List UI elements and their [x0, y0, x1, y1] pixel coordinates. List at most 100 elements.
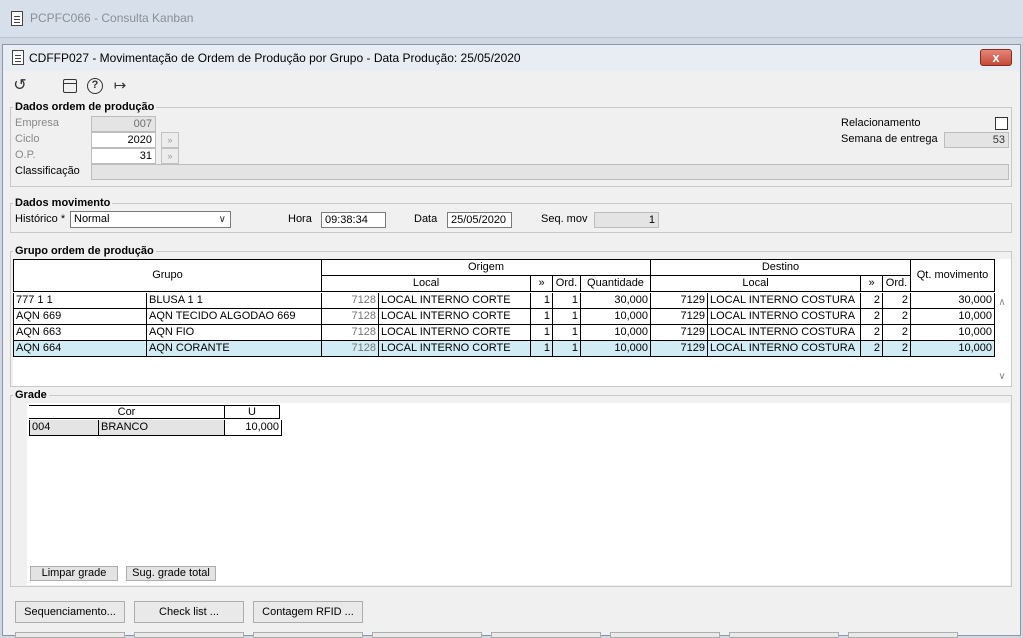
cell-code: AQN 663: [13, 325, 147, 341]
header-destino: Destino: [651, 259, 911, 276]
more-button[interactable]: [610, 632, 720, 638]
header-qt-movimento: Qt. movimento: [911, 259, 995, 292]
cell-destino-num: 7129: [651, 325, 708, 341]
op-lookup-button[interactable]: »: [161, 148, 179, 164]
header-u: U: [225, 405, 280, 419]
grade-cell-u[interactable]: 10,000: [225, 420, 282, 436]
cell-origem-ord: 1: [553, 341, 581, 357]
cell-origem-num: 7128: [322, 341, 379, 357]
cell-desc: AQN FIO: [147, 325, 322, 341]
cell-destino-arrows: 2: [861, 293, 883, 309]
grupo-ordem-label: Grupo ordem de produção: [13, 245, 156, 257]
cell-destino-arrows: 2: [861, 341, 883, 357]
cell-origem-ord: 1: [553, 325, 581, 341]
cell-qt-movimento[interactable]: 10,000: [911, 325, 995, 341]
outer-window-titlebar: PCPFC066 - Consulta Kanban: [0, 0, 1023, 38]
ciclo-label: Ciclo: [15, 133, 40, 145]
chevron-down-icon: ∨: [218, 214, 226, 225]
cell-destino-num: 7129: [651, 309, 708, 325]
cell-destino-ord: 2: [883, 325, 911, 341]
scroll-up-icon[interactable]: ∧: [995, 297, 1009, 309]
cell-code: 777 1 1: [13, 293, 147, 309]
scroll-down-icon[interactable]: ∨: [995, 371, 1009, 383]
cell-destino-ord: 2: [883, 293, 911, 309]
dados-ordem-label: Dados ordem de produção: [13, 101, 157, 113]
empresa-label: Empresa: [15, 117, 60, 129]
grade-grid: Cor U 004 BRANCO 10,000: [27, 403, 1010, 585]
cell-destino-ord: 2: [883, 309, 911, 325]
cell-qt-movimento[interactable]: 30,000: [911, 293, 995, 309]
cell-qt-movimento[interactable]: 10,000: [911, 341, 995, 357]
classificacao-field: [91, 164, 1009, 180]
cell-origem-local: LOCAL INTERNO CORTE: [379, 325, 531, 341]
cell-origem-local: LOCAL INTERNO CORTE: [379, 341, 531, 357]
cell-origem-local: LOCAL INTERNO CORTE: [379, 293, 531, 309]
checklist-button[interactable]: Check list ...: [134, 601, 244, 623]
undo-icon[interactable]: ↺: [11, 77, 29, 95]
relacionamento-checkbox[interactable]: [995, 117, 1008, 130]
op-label: O.P.: [15, 149, 36, 161]
cell-code: AQN 669: [13, 309, 147, 325]
close-button[interactable]: x: [980, 49, 1012, 66]
cell-quantidade: 30,000: [581, 293, 651, 309]
ciclo-field[interactable]: 2020: [91, 132, 156, 148]
cell-quantidade: 10,000: [581, 309, 651, 325]
dialog-title: CDFFP027 - Movimentação de Ordem de Prod…: [29, 51, 521, 65]
historico-value: Normal: [74, 213, 110, 225]
cell-origem-local: LOCAL INTERNO CORTE: [379, 309, 531, 325]
sequenciamento-button[interactable]: Sequenciamento...: [15, 601, 125, 623]
cell-destino-local: LOCAL INTERNO COSTURA: [708, 293, 861, 309]
grade-label: Grade: [13, 389, 49, 401]
document-icon: [12, 50, 24, 65]
empresa-field: 007: [91, 116, 156, 132]
cell-quantidade: 10,000: [581, 341, 651, 357]
header-origem-ord: Ord.: [553, 276, 581, 292]
outer-window-title: PCPFC066 - Consulta Kanban: [30, 11, 194, 25]
limpar-grade-button[interactable]: Limpar grade: [30, 566, 118, 581]
calendar-icon[interactable]: [63, 79, 77, 93]
grade-cell-cor: BRANCO: [99, 420, 225, 436]
cell-qt-movimento[interactable]: 10,000: [911, 309, 995, 325]
hora-field[interactable]: 09:38:34: [321, 212, 386, 228]
more-button[interactable]: [134, 632, 244, 638]
cell-origem-arrows: 1: [531, 309, 553, 325]
dialog-window: CDFFP027 - Movimentação de Ordem de Prod…: [2, 44, 1021, 638]
semana-field: 53: [944, 132, 1009, 148]
cell-origem-arrows: 1: [531, 325, 553, 341]
cell-quantidade: 10,000: [581, 325, 651, 341]
header-destino-arrows: »: [861, 276, 883, 292]
more-button[interactable]: [15, 632, 125, 638]
more-button[interactable]: [848, 632, 958, 638]
sug-grade-total-button[interactable]: Sug. grade total: [126, 566, 216, 581]
help-icon[interactable]: ?: [87, 78, 103, 94]
cell-destino-arrows: 2: [861, 309, 883, 325]
header-cor: Cor: [29, 405, 225, 419]
grade-cell-code: 004: [29, 420, 99, 436]
more-button[interactable]: [253, 632, 363, 638]
cell-destino-local: LOCAL INTERNO COSTURA: [708, 325, 861, 341]
exit-icon[interactable]: ↦: [111, 77, 129, 95]
cell-origem-num: 7128: [322, 325, 379, 341]
classificacao-label: Classificação: [15, 165, 80, 177]
cell-destino-arrows: 2: [861, 325, 883, 341]
data-field[interactable]: 25/05/2020: [447, 212, 512, 228]
historico-select[interactable]: Normal ∨: [70, 211, 231, 228]
more-button[interactable]: [729, 632, 839, 638]
cell-origem-num: 7128: [322, 293, 379, 309]
cell-destino-num: 7129: [651, 341, 708, 357]
header-origem: Origem: [322, 259, 651, 276]
header-destino-ord: Ord.: [883, 276, 911, 292]
more-button[interactable]: [372, 632, 482, 638]
more-button[interactable]: [491, 632, 601, 638]
cell-origem-arrows: 1: [531, 341, 553, 357]
ciclo-lookup-button[interactable]: »: [161, 132, 179, 148]
cell-code: AQN 664: [13, 341, 147, 357]
semana-label: Semana de entrega: [841, 133, 938, 145]
grupo-grid: Grupo Origem Destino Qt. movimento Local…: [13, 259, 1011, 386]
op-field[interactable]: 31: [91, 148, 156, 164]
cell-destino-num: 7129: [651, 293, 708, 309]
contagem-rfid-button[interactable]: Contagem RFID ...: [253, 601, 363, 623]
cell-origem-ord: 1: [553, 309, 581, 325]
cell-destino-local: LOCAL INTERNO COSTURA: [708, 341, 861, 357]
header-quantidade: Quantidade: [581, 276, 651, 292]
